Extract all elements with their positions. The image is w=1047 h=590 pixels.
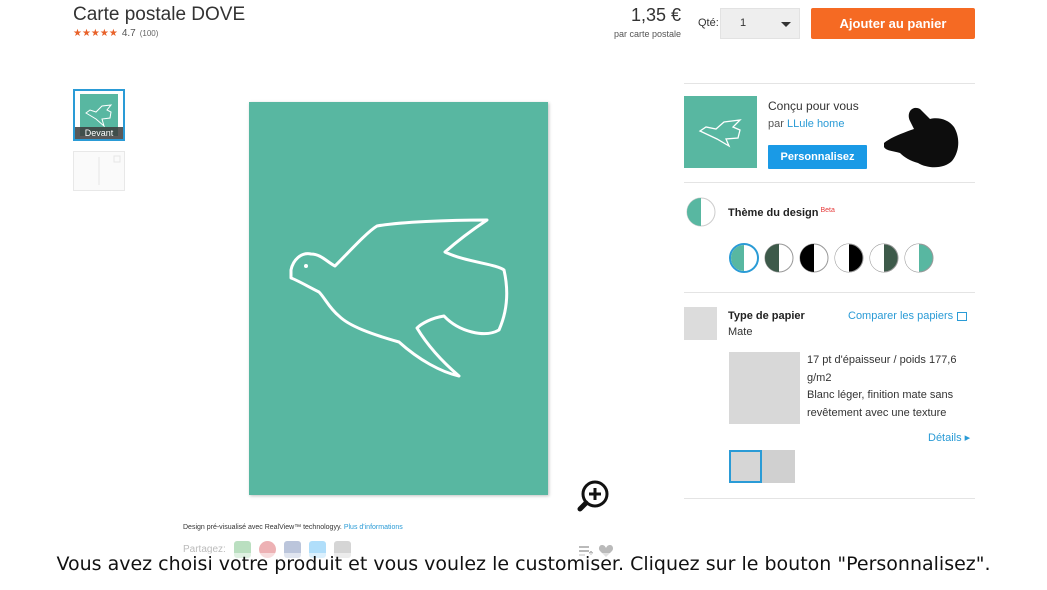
realview-note: Design pré-visualisé avec RealView™ tech… xyxy=(183,524,403,531)
design-thumbnail xyxy=(684,96,757,168)
product-title: Carte postale DOVE xyxy=(73,4,246,25)
pointing-hand-icon xyxy=(876,99,964,171)
paper-description: 17 pt d'épaisseur / poids 177,6 g/m2 Bla… xyxy=(807,352,972,422)
beta-badge: Beta xyxy=(820,207,835,214)
theme-swatch-white-black[interactable] xyxy=(834,243,864,273)
realview-text: Design pré-visualisé avec RealView™ tech… xyxy=(183,524,342,531)
theme-title-text: Thème du design xyxy=(728,207,819,219)
compare-papers-link[interactable]: Comparer les papiers xyxy=(848,310,968,322)
tutorial-caption: Vous avez choisi votre produit et vous v… xyxy=(0,553,1047,575)
designed-for-title: Conçu pour vous xyxy=(768,99,859,113)
details-link[interactable]: Détails ▸ xyxy=(928,431,970,444)
current-theme-swatch xyxy=(686,197,716,227)
paper-thumbnail xyxy=(684,307,717,340)
chevron-down-icon xyxy=(781,22,791,27)
designer-prefix: par xyxy=(768,118,787,130)
product-preview[interactable] xyxy=(249,102,548,495)
rating-stars: ★★★★★ xyxy=(73,28,118,39)
theme-swatch-darkgreen-white[interactable] xyxy=(764,243,794,273)
compare-papers-label: Comparer les papiers xyxy=(848,310,954,322)
rating-count[interactable]: (100) xyxy=(140,29,159,38)
theme-swatch-white-darkgreen[interactable] xyxy=(869,243,899,273)
rating-value: 4.7 xyxy=(121,28,136,39)
paper-texture-image xyxy=(729,352,800,424)
paper-type-title: Type de papier xyxy=(728,310,805,322)
designer-line: par LLule home xyxy=(768,118,844,130)
theme-swatches xyxy=(729,243,934,273)
divider xyxy=(684,292,975,293)
personalize-button[interactable]: Personnalisez xyxy=(768,145,867,169)
paper-type-value: Mate xyxy=(728,326,753,338)
paper-weight: 17 pt d'épaisseur / poids 177,6 g/m2 xyxy=(807,354,957,384)
theme-swatch-black-white[interactable] xyxy=(799,243,829,273)
theme-swatch-teal-white[interactable] xyxy=(729,243,759,273)
designer-link[interactable]: LLule home xyxy=(787,118,845,130)
thumbnail-back[interactable] xyxy=(73,151,125,191)
thumbnail-front-label: Devant xyxy=(75,127,123,139)
thumbnail-front[interactable]: Devant xyxy=(73,89,125,141)
theme-title: Thème du design Beta xyxy=(728,207,835,219)
paper-option-matte[interactable] xyxy=(729,450,762,483)
realview-more-link[interactable]: Plus d'informations xyxy=(344,524,403,531)
paper-option-alt[interactable] xyxy=(762,450,795,483)
quantity-value: 1 xyxy=(740,17,747,29)
product-rating[interactable]: ★★★★★ 4.7 (100) xyxy=(73,28,158,39)
add-to-cart-button[interactable]: Ajouter au panier xyxy=(811,8,975,39)
compare-window-icon xyxy=(957,311,968,321)
quantity-select[interactable]: 1 xyxy=(720,8,800,39)
price: 1,35 € xyxy=(630,5,681,25)
divider xyxy=(684,182,975,183)
zoom-in-icon[interactable] xyxy=(576,478,612,514)
divider xyxy=(684,83,975,84)
dove-illustration xyxy=(289,218,509,378)
paper-finish: Blanc léger, finition mate sans revêteme… xyxy=(807,389,954,419)
quantity-label: Qté: xyxy=(698,17,719,29)
price-unit: par carte postale xyxy=(613,29,681,39)
divider xyxy=(684,498,975,499)
theme-swatch-white-teal[interactable] xyxy=(904,243,934,273)
